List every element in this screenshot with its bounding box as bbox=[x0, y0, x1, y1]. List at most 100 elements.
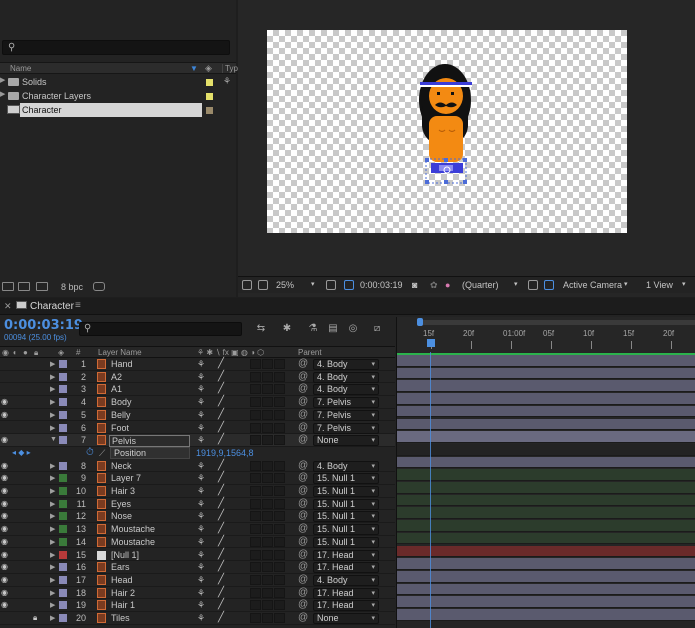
layer-switch-boxes[interactable] bbox=[250, 600, 290, 611]
expand-triangle-icon[interactable]: ▶ bbox=[50, 360, 55, 368]
quality-switch-icon[interactable]: ╱ bbox=[218, 536, 224, 547]
eye-icon[interactable]: ◉ bbox=[1, 372, 8, 381]
label-color-swatch[interactable] bbox=[59, 563, 67, 572]
layer-duration-bar[interactable] bbox=[397, 469, 695, 481]
bit-depth-button[interactable]: 8 bpc bbox=[61, 282, 83, 292]
timeline-search-input[interactable]: ⚲ bbox=[79, 322, 242, 336]
expand-triangle-icon[interactable]: ▶ bbox=[50, 385, 55, 393]
layer-duration-bar[interactable] bbox=[397, 583, 695, 596]
layer-duration-bar[interactable] bbox=[397, 456, 695, 469]
layer-row[interactable]: ◉ ▶ 11 Eyes ⚘ ╱ @15. Null 1 ▾ bbox=[0, 498, 395, 511]
layer-row[interactable]: ◉ ▶ 4 Body ⚘ ╱ @7. Pelvis ▾ bbox=[0, 396, 395, 409]
layer-row[interactable]: ◉ 🔒︎ ▶ 20 Tiles ⚘ ╱ @ None ▾ bbox=[0, 612, 395, 625]
layer-duration-bar[interactable] bbox=[397, 545, 695, 558]
layer-duration-bar[interactable] bbox=[397, 355, 695, 367]
eye-icon[interactable]: ◉ bbox=[1, 613, 8, 622]
shy-switch-icon[interactable]: ⚘ bbox=[197, 550, 205, 561]
eye-icon[interactable]: ◉ bbox=[1, 486, 8, 495]
quality-switch-icon[interactable]: ╱ bbox=[218, 574, 224, 585]
parent-dropdown[interactable]: 4. Body ▾ bbox=[313, 371, 379, 383]
expand-triangle-icon[interactable]: ▶ bbox=[50, 398, 55, 406]
layer-switch-boxes[interactable] bbox=[250, 473, 290, 484]
parent-dropdown[interactable]: 4. Body ▾ bbox=[313, 384, 379, 396]
quality-switch-icon[interactable]: ╱ bbox=[218, 498, 224, 509]
layer-duration-bar[interactable] bbox=[397, 558, 695, 570]
shy-switch-icon[interactable]: ⚘ bbox=[197, 372, 205, 383]
close-icon[interactable]: ✕ bbox=[4, 301, 12, 312]
layer-name[interactable]: Hand bbox=[111, 359, 133, 369]
pick-whip-icon[interactable]: @ bbox=[298, 561, 308, 572]
eye-icon[interactable]: ◉ bbox=[1, 384, 8, 393]
pick-whip-icon[interactable]: @ bbox=[298, 485, 308, 496]
shy-switch-icon[interactable]: ⚘ bbox=[197, 562, 205, 573]
pick-whip-icon[interactable]: @ bbox=[298, 587, 308, 598]
label-color-swatch[interactable] bbox=[206, 93, 213, 100]
expand-triangle-icon[interactable]: ▶ bbox=[50, 373, 55, 381]
pick-whip-icon[interactable]: @ bbox=[298, 612, 308, 623]
graph-editor-icon[interactable]: ⧄ bbox=[370, 323, 384, 334]
layer-row[interactable]: ◉ ▶ 19 Hair 1 ⚘ ╱ @17. Head ▾ bbox=[0, 599, 395, 612]
quality-switch-icon[interactable]: ╱ bbox=[218, 383, 224, 394]
keyframe-navigator-icon[interactable]: ◂ ◆ ▸ bbox=[12, 448, 31, 457]
eye-icon[interactable]: ◉ bbox=[1, 410, 8, 419]
expand-triangle-icon[interactable]: ▶ bbox=[50, 411, 55, 419]
layer-duration-bar[interactable] bbox=[397, 405, 695, 418]
shy-switch-icon[interactable]: ⚘ bbox=[197, 588, 205, 599]
always-preview-icon[interactable] bbox=[242, 280, 252, 290]
layer-switch-boxes[interactable] bbox=[250, 587, 290, 598]
layer-row[interactable]: ◉ ▶ 2 A2 ⚘ ╱ @4. Body ▾ bbox=[0, 371, 395, 384]
shy-switch-icon[interactable]: ⚘ bbox=[197, 537, 205, 548]
expand-triangle-icon[interactable]: ▶ bbox=[50, 424, 55, 432]
shy-switch-icon[interactable]: ⚘ bbox=[197, 410, 205, 421]
tab-character[interactable]: Character bbox=[30, 301, 74, 312]
parent-dropdown[interactable]: 15. Null 1 ▾ bbox=[313, 511, 379, 523]
label-color-swatch[interactable] bbox=[59, 398, 67, 407]
panel-menu-icon[interactable]: ≡ bbox=[75, 300, 81, 311]
project-item[interactable]: Character bbox=[0, 103, 236, 117]
show-snapshot-icon[interactable]: ✿ bbox=[430, 280, 438, 291]
pick-whip-icon[interactable]: @ bbox=[298, 396, 308, 407]
expand-triangle-icon[interactable]: ▶ bbox=[0, 90, 5, 98]
layer-name[interactable]: Hair 1 bbox=[111, 600, 135, 610]
label-color-swatch[interactable] bbox=[59, 537, 67, 546]
pick-whip-icon[interactable]: @ bbox=[298, 472, 308, 483]
parent-dropdown[interactable]: 4. Body ▾ bbox=[313, 574, 379, 586]
layer-switch-boxes[interactable] bbox=[250, 574, 290, 585]
layer-name[interactable]: [Null 1] bbox=[111, 550, 139, 560]
layer-name[interactable]: Eyes bbox=[111, 499, 131, 509]
layer-duration-bar[interactable] bbox=[397, 609, 695, 621]
solo-icon[interactable]: ● bbox=[23, 348, 28, 357]
label-color-swatch[interactable] bbox=[59, 512, 67, 521]
layer-duration-bar[interactable] bbox=[397, 520, 695, 532]
parent-dropdown[interactable]: 15. Null 1 ▾ bbox=[313, 486, 379, 497]
layer-duration-bar[interactable] bbox=[397, 596, 695, 608]
parent-dropdown[interactable]: 17. Head ▾ bbox=[313, 587, 379, 599]
quality-switch-icon[interactable]: ╱ bbox=[218, 523, 224, 534]
pick-whip-icon[interactable]: @ bbox=[298, 422, 308, 433]
quality-switch-icon[interactable]: ╱ bbox=[218, 510, 224, 521]
label-color-swatch[interactable] bbox=[59, 550, 67, 559]
timeline-graph-area[interactable]: 15f 20f 01:00f 05f 10f 15f 20f bbox=[396, 317, 695, 628]
layer-switch-boxes[interactable] bbox=[250, 536, 290, 547]
expand-triangle-icon[interactable]: ▶ bbox=[50, 601, 55, 609]
column-name-header[interactable]: Name bbox=[10, 64, 31, 73]
label-color-swatch[interactable] bbox=[59, 423, 67, 432]
eye-icon[interactable]: ◉ bbox=[1, 524, 8, 533]
eye-icon[interactable]: ◉ bbox=[1, 435, 8, 444]
resolution-dropdown[interactable]: (Quarter) bbox=[462, 280, 499, 290]
expand-triangle-icon[interactable]: ▼ bbox=[50, 436, 57, 443]
property-value[interactable]: 1919,9,1564,8 bbox=[196, 448, 254, 458]
mask-visibility-icon[interactable] bbox=[344, 280, 354, 290]
pick-whip-icon[interactable]: @ bbox=[298, 498, 308, 509]
layer-duration-bar[interactable] bbox=[397, 482, 695, 494]
quality-switch-icon[interactable]: ╱ bbox=[218, 485, 224, 496]
label-color-swatch[interactable] bbox=[59, 601, 67, 610]
layer-switch-boxes[interactable] bbox=[250, 524, 290, 535]
layer-row[interactable]: ◉ ▼ 7 Pelvis ⚘ ╱ @ None ▾ bbox=[0, 434, 395, 448]
trash-icon[interactable] bbox=[93, 282, 105, 291]
expand-triangle-icon[interactable]: ▶ bbox=[50, 563, 55, 571]
pick-whip-icon[interactable]: @ bbox=[298, 358, 308, 369]
label-color-swatch[interactable] bbox=[59, 461, 67, 470]
column-type-header[interactable]: Typ bbox=[222, 64, 238, 73]
grid-icon[interactable] bbox=[326, 280, 336, 290]
